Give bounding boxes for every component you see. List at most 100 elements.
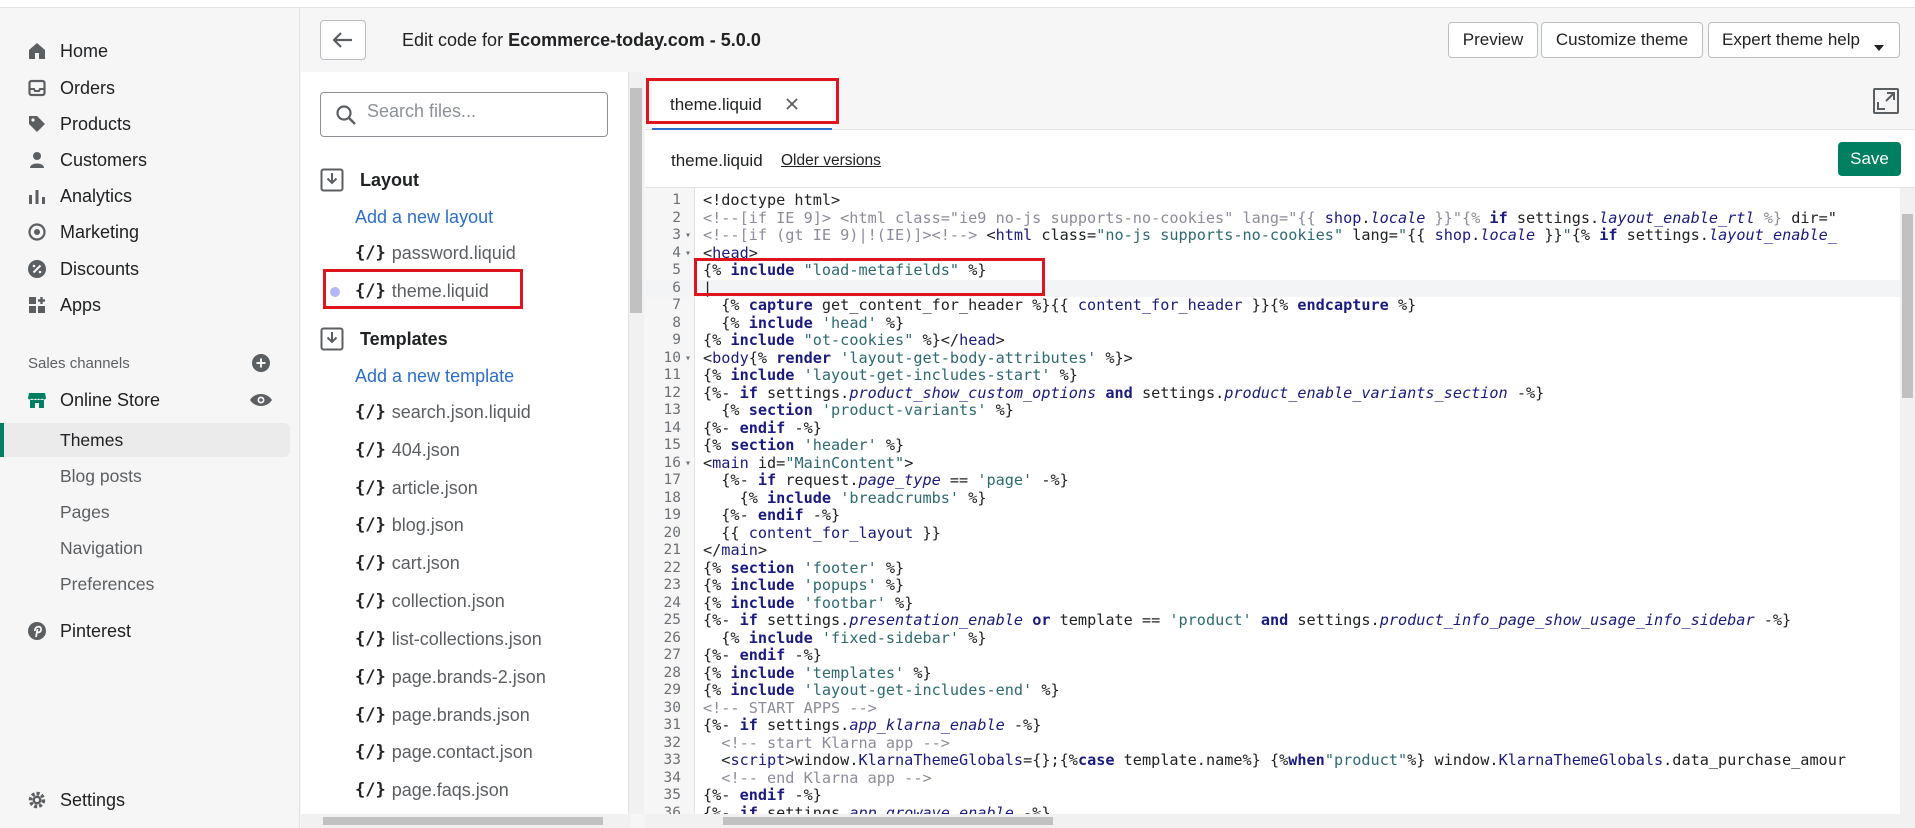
sidebar-item-apps[interactable]: Apps bbox=[0, 287, 300, 323]
code-line: 28 {% include 'templates' %} bbox=[663, 663, 932, 682]
folder-download-icon bbox=[320, 327, 344, 351]
code-line: 2 <!--[if IE 9]> <html class="ie9 no-js s… bbox=[672, 208, 1837, 227]
tab-theme-liquid[interactable]: theme.liquid bbox=[652, 82, 832, 130]
code-line: 22 {% section 'footer' %} bbox=[663, 558, 905, 577]
code-line: 32 <!-- start Klarna app --> bbox=[663, 733, 950, 752]
code-line: 33 <script>window.KlarnaThemeGlobals={};… bbox=[663, 751, 1847, 769]
pinterest-icon bbox=[26, 620, 48, 642]
code-line: 14 {%- endif -%} bbox=[663, 418, 822, 437]
code-line: 29 {% include 'layout-get-includes-end' %… bbox=[663, 681, 1060, 699]
sidebar-subitem-blog-posts[interactable]: Blog posts bbox=[0, 459, 290, 493]
sidebar-item-home[interactable]: Home bbox=[0, 33, 300, 69]
liquid-file-icon: {/} bbox=[355, 553, 386, 573]
file-tree-hscroll-thumb[interactable] bbox=[323, 817, 603, 825]
sidebar-subitem-navigation[interactable]: Navigation bbox=[0, 531, 290, 565]
liquid-file-icon: {/} bbox=[355, 629, 386, 649]
admin-sidebar: Home Orders Products Customers Analytics… bbox=[0, 8, 300, 828]
back-button[interactable] bbox=[320, 20, 366, 60]
file-template[interactable]: {/} article.json bbox=[355, 473, 478, 503]
file-tree-scroll-thumb[interactable] bbox=[630, 88, 642, 313]
file-theme-liquid[interactable]: {/} theme.liquid bbox=[355, 276, 489, 306]
code-line: 18 {% include 'breadcrumbs' %} bbox=[663, 488, 987, 507]
editor-vscrollbar[interactable] bbox=[1900, 188, 1915, 814]
expand-icon[interactable] bbox=[1873, 88, 1899, 114]
code-line: 19 {%- endif -%} bbox=[663, 506, 841, 524]
liquid-file-icon: {/} bbox=[355, 440, 386, 460]
search-input[interactable] bbox=[367, 101, 597, 122]
code-line: 5 {% include "load-metafields" %} bbox=[672, 261, 987, 279]
liquid-file-icon: {/} bbox=[355, 667, 386, 687]
bar-chart-icon bbox=[26, 185, 48, 207]
active-file-dot bbox=[330, 287, 340, 297]
code-line: 4 ▾ <head> bbox=[672, 243, 758, 262]
add-template-link[interactable]: Add a new template bbox=[355, 366, 514, 387]
editor-hscroll-thumb[interactable] bbox=[723, 817, 1053, 825]
page-title: Edit code for Ecommerce-today.com - 5.0.… bbox=[402, 30, 761, 50]
close-icon[interactable] bbox=[782, 94, 802, 114]
file-tree-hscrollbar[interactable] bbox=[301, 814, 631, 828]
editor-hscrollbar[interactable] bbox=[645, 814, 1915, 828]
sidebar-item-online-store[interactable]: Online Store bbox=[0, 382, 300, 418]
sidebar-subitem-pages[interactable]: Pages bbox=[0, 495, 290, 529]
code-line: 15 {% section 'header' %} bbox=[663, 436, 905, 454]
code-line: 23 {% include 'popups' %} bbox=[663, 576, 905, 594]
folder-layout[interactable]: Layout bbox=[320, 165, 419, 195]
sidebar-item-analytics[interactable]: Analytics bbox=[0, 178, 300, 214]
file-search[interactable] bbox=[320, 92, 608, 137]
older-versions-link[interactable]: Older versions bbox=[781, 152, 881, 170]
expert-theme-help-button[interactable]: Expert theme help bbox=[1708, 22, 1900, 58]
code-line: 13 {% section 'product-variants' %} bbox=[663, 401, 1014, 419]
editor-vscroll-thumb[interactable] bbox=[1902, 214, 1913, 398]
target-icon bbox=[26, 221, 48, 243]
folder-download-icon bbox=[320, 168, 344, 192]
sidebar-item-customers[interactable]: Customers bbox=[0, 142, 300, 178]
liquid-file-icon: {/} bbox=[355, 478, 386, 498]
folder-templates[interactable]: Templates bbox=[320, 324, 448, 354]
add-layout-link[interactable]: Add a new layout bbox=[355, 207, 493, 228]
file-template[interactable]: {/} 404.json bbox=[355, 435, 460, 465]
discount-icon bbox=[26, 258, 48, 280]
file-template[interactable]: {/} search.json.liquid bbox=[355, 397, 531, 427]
customize-theme-button[interactable]: Customize theme bbox=[1541, 22, 1703, 58]
sidebar-subitem-themes[interactable]: Themes bbox=[0, 423, 290, 457]
code-line: 24 {% include 'footbar' %} bbox=[663, 593, 914, 612]
sidebar-item-discounts[interactable]: Discounts bbox=[0, 251, 300, 287]
file-template[interactable]: {/} page.contact.json bbox=[355, 737, 533, 767]
code-editor[interactable]: 1 <!doctype html> 2 <!--[if IE 9]> <html c… bbox=[645, 188, 1900, 814]
sidebar-item-marketing[interactable]: Marketing bbox=[0, 214, 300, 250]
add-channel-icon[interactable] bbox=[250, 352, 272, 374]
file-template[interactable]: {/} cart.json bbox=[355, 548, 460, 578]
liquid-file-icon: {/} bbox=[355, 780, 386, 800]
sidebar-item-products[interactable]: Products bbox=[0, 106, 300, 142]
file-template[interactable]: {/} page.faqs.json bbox=[355, 775, 509, 805]
code-line: 35 {%- endif -%} bbox=[663, 786, 822, 804]
code-line: 9 {% include "ot-cookies" %}</head> bbox=[672, 331, 1005, 349]
file-template[interactable]: {/} blog.json bbox=[355, 510, 464, 540]
code-line: 8 {% include 'head' %} bbox=[672, 313, 905, 332]
file-password-liquid[interactable]: {/} password.liquid bbox=[355, 238, 516, 268]
gear-icon bbox=[26, 789, 48, 811]
code-line: 34 <!-- end Klarna app --> bbox=[663, 768, 932, 787]
sidebar-item-settings[interactable]: Settings bbox=[0, 782, 300, 818]
liquid-file-icon: {/} bbox=[355, 243, 386, 263]
sidebar-item-pinterest[interactable]: Pinterest bbox=[0, 613, 300, 649]
tag-icon bbox=[26, 113, 48, 135]
liquid-file-icon: {/} bbox=[355, 515, 386, 535]
liquid-file-icon: {/} bbox=[355, 705, 386, 725]
editor-file-name: theme.liquid bbox=[671, 151, 763, 170]
save-button[interactable]: Save bbox=[1838, 142, 1901, 176]
orders-icon bbox=[26, 77, 48, 99]
file-template[interactable]: {/} page.brands.json bbox=[355, 700, 530, 730]
code-line: 3 ▾ <!--[if (gt IE 9)|!(IE)]><!--> <html c… bbox=[672, 226, 1837, 244]
sidebar-item-orders[interactable]: Orders bbox=[0, 70, 300, 106]
code-line-cursor: 6 | bbox=[645, 279, 1900, 297]
liquid-file-icon: {/} bbox=[355, 402, 386, 422]
view-store-eye-icon[interactable] bbox=[249, 390, 273, 410]
file-template[interactable]: {/} page.brands-2.json bbox=[355, 662, 546, 692]
store-icon bbox=[26, 389, 48, 411]
liquid-file-icon: {/} bbox=[355, 591, 386, 611]
sidebar-subitem-preferences[interactable]: Preferences bbox=[0, 567, 290, 601]
preview-button[interactable]: Preview bbox=[1448, 22, 1538, 58]
file-template[interactable]: {/} list-collections.json bbox=[355, 624, 542, 654]
file-template[interactable]: {/} collection.json bbox=[355, 586, 505, 616]
